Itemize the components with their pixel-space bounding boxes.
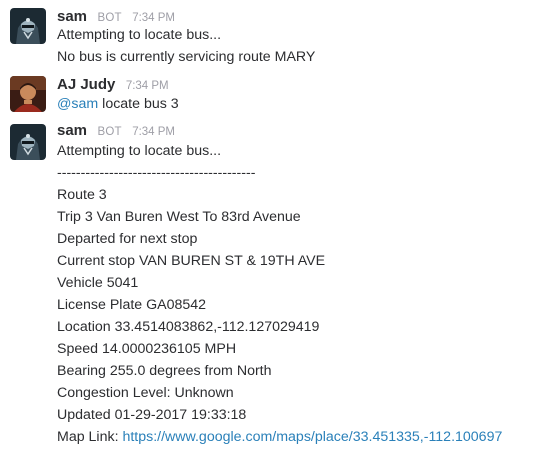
robot-helmet-avatar[interactable] <box>10 124 46 160</box>
separator-line: ----------------------------------------… <box>57 165 256 181</box>
timestamp[interactable]: 7:34 PM <box>132 126 175 138</box>
message-line: Congestion Level: Unknown <box>57 385 234 401</box>
message-line: Updated 01-29-2017 19:33:18 <box>57 407 247 423</box>
author-name[interactable]: sam <box>57 8 87 25</box>
message-line: Location 33.4514083862,-112.127029419 <box>57 319 320 335</box>
message-line: Trip 3 Van Buren West To 83rd Avenue <box>57 209 301 225</box>
message-header: AJ Judy 7:34 PM <box>57 76 169 96</box>
bot-badge: BOT <box>97 12 122 24</box>
user-mention-link[interactable]: @sam <box>57 96 98 112</box>
message-line: Speed 14.0000236105 MPH <box>57 341 237 357</box>
message-header: sam BOT 7:34 PM <box>57 122 175 142</box>
message-text: @sam locate bus 3 <box>57 94 179 114</box>
message-line: Current stop VAN BUREN ST & 19TH AVE <box>57 253 326 269</box>
timestamp[interactable]: 7:34 PM <box>132 12 175 24</box>
bot-badge: BOT <box>97 126 122 138</box>
map-link[interactable]: https://www.google.com/maps/place/33.451… <box>122 429 502 445</box>
message-text-content: locate bus 3 <box>98 96 179 112</box>
message-line: Departed for next stop <box>57 231 198 247</box>
map-link-line: Map Link: https://www.google.com/maps/pl… <box>57 427 502 447</box>
message-line: License Plate GA08542 <box>57 297 207 313</box>
message-line: Route 3 <box>57 187 107 203</box>
map-link-label: Map Link: <box>57 429 123 445</box>
user-photo-avatar[interactable] <box>10 76 46 112</box>
message-line: Vehicle 5041 <box>57 275 139 291</box>
message-line: Attempting to locate bus... <box>57 27 222 43</box>
message-line: Bearing 255.0 degrees from North <box>57 363 272 379</box>
author-name[interactable]: AJ Judy <box>57 76 115 93</box>
author-name[interactable]: sam <box>57 122 87 139</box>
message-line: Attempting to locate bus... <box>57 143 222 159</box>
robot-helmet-avatar[interactable] <box>10 8 46 44</box>
timestamp[interactable]: 7:34 PM <box>126 80 169 92</box>
message-line: No bus is currently servicing route MARY <box>57 49 316 65</box>
